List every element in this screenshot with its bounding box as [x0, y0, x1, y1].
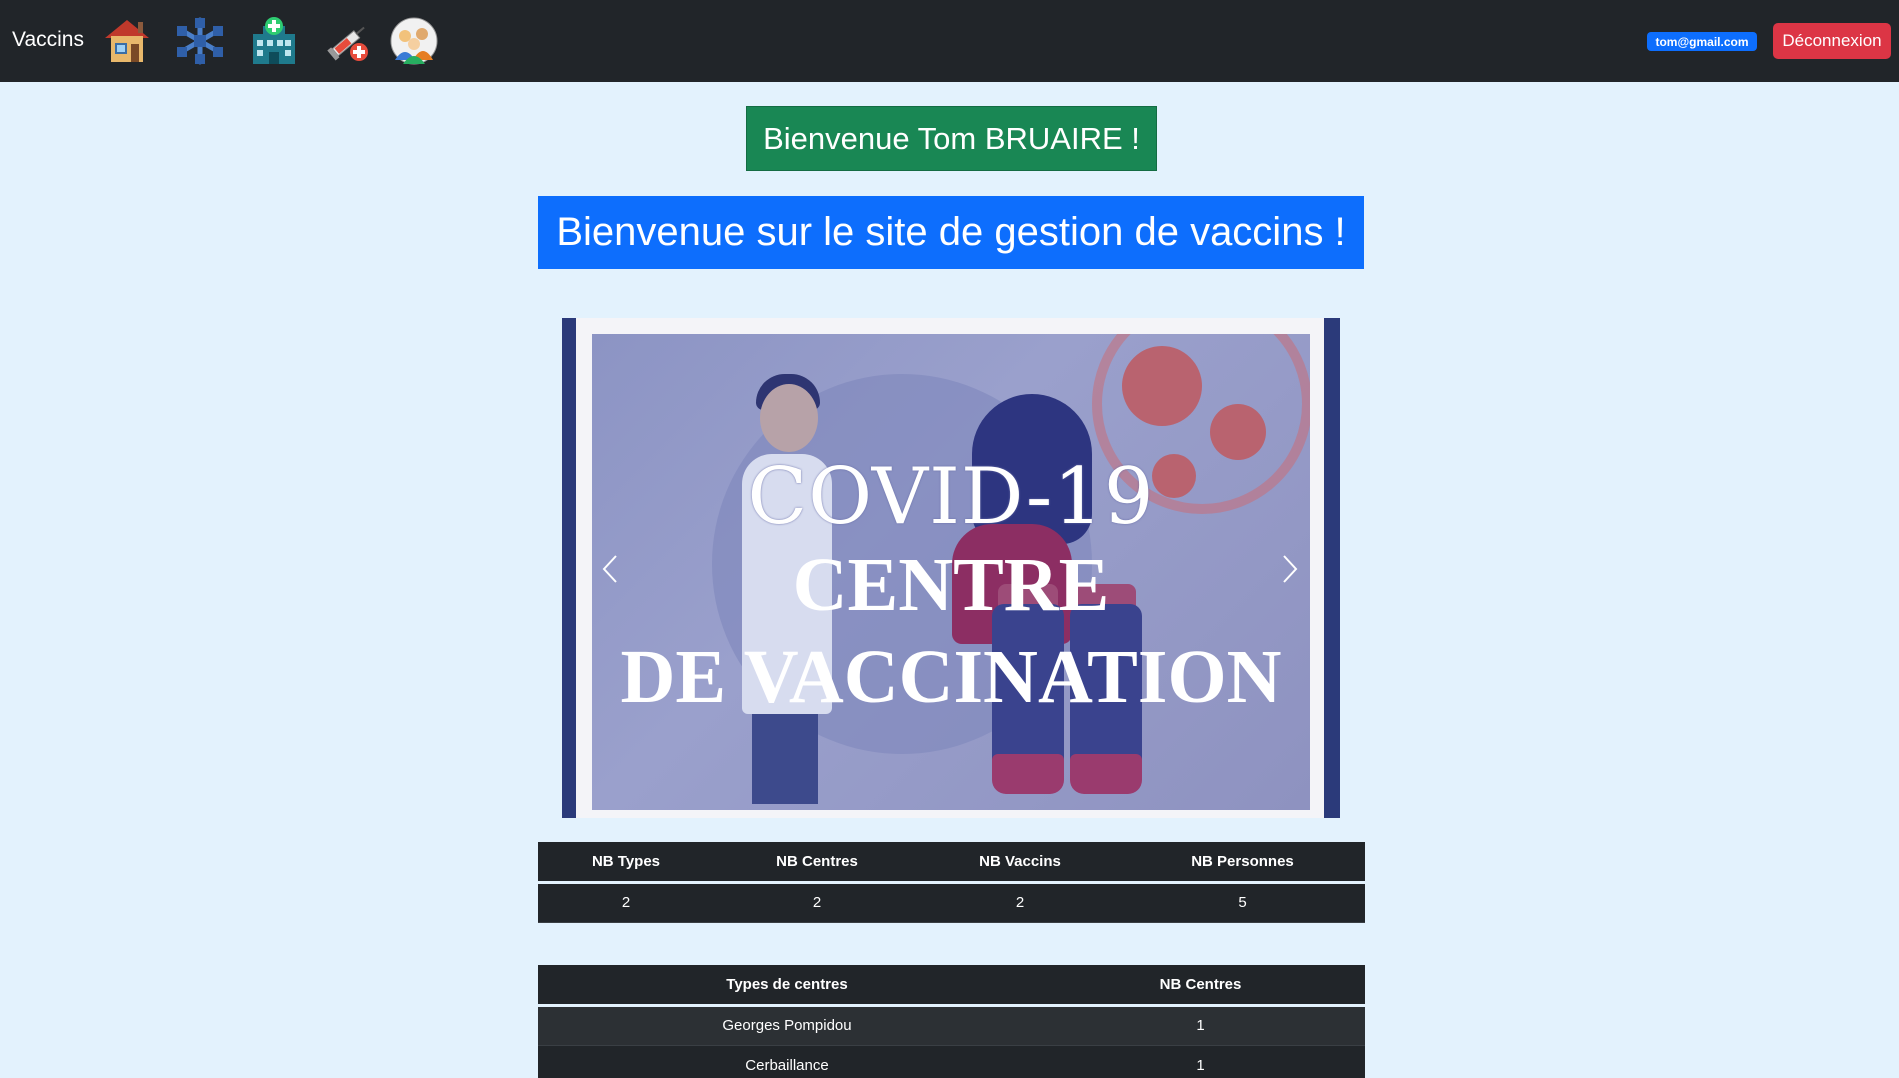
welcome-site-banner: Bienvenue sur le site de gestion de vacc…: [538, 196, 1364, 269]
table-header-row: NB Types NB Centres NB Vaccins NB Person…: [538, 842, 1365, 884]
stats-table: NB Types NB Centres NB Vaccins NB Person…: [538, 842, 1365, 923]
column-header: NB Personnes: [1120, 842, 1365, 884]
carousel-prev-button[interactable]: [590, 544, 630, 594]
chevron-left-icon: [602, 555, 617, 583]
brand-link[interactable]: Vaccins: [12, 28, 84, 52]
people-icon[interactable]: [387, 14, 441, 68]
table-cell: Cerbaillance: [538, 1045, 1036, 1078]
column-header: Types de centres: [538, 965, 1036, 1007]
poster-line-centre: CENTRE: [792, 543, 1110, 627]
table-cell: 1: [1036, 1045, 1365, 1078]
table-cell: 2: [538, 882, 714, 923]
snowflake-icon[interactable]: [173, 14, 227, 68]
carousel-next-button[interactable]: [1270, 544, 1310, 594]
home-icon[interactable]: [100, 14, 154, 68]
centres-table: Types de centres NB Centres Georges Pomp…: [538, 965, 1365, 1078]
syringe-icon[interactable]: [321, 14, 375, 68]
logout-button[interactable]: Déconnexion: [1773, 23, 1891, 59]
table-row: Georges Pompidou 1: [538, 1005, 1365, 1046]
covid-vaccination-poster: COVID-19 CENTRE DE VACCINATION: [592, 334, 1310, 810]
column-header: NB Vaccins: [920, 842, 1120, 884]
table-cell: 5: [1120, 882, 1365, 923]
poster-line-covid: COVID-19: [747, 452, 1155, 542]
image-carousel: COVID-19 CENTRE DE VACCINATION: [562, 318, 1340, 818]
table-cell: 1: [1036, 1005, 1365, 1046]
table-cell: Georges Pompidou: [538, 1005, 1036, 1046]
hospital-icon[interactable]: [247, 14, 301, 68]
chevron-right-icon: [1283, 555, 1298, 583]
welcome-user-banner: Bienvenue Tom BRUAIRE !: [746, 106, 1157, 171]
user-email-badge: tom@gmail.com: [1647, 32, 1757, 51]
column-header: NB Types: [538, 842, 714, 884]
poster-line-vaccination: DE VACCINATION: [620, 635, 1282, 719]
column-header: NB Centres: [714, 842, 920, 884]
table-cell: 2: [920, 882, 1120, 923]
column-header: NB Centres: [1036, 965, 1365, 1007]
navbar: Vaccins tom@gmail.com Déconnexion: [0, 0, 1899, 82]
table-header-row: Types de centres NB Centres: [538, 965, 1365, 1007]
table-row: Cerbaillance 1: [538, 1045, 1365, 1078]
table-row: 2 2 2 5: [538, 882, 1365, 923]
table-cell: 2: [714, 882, 920, 923]
